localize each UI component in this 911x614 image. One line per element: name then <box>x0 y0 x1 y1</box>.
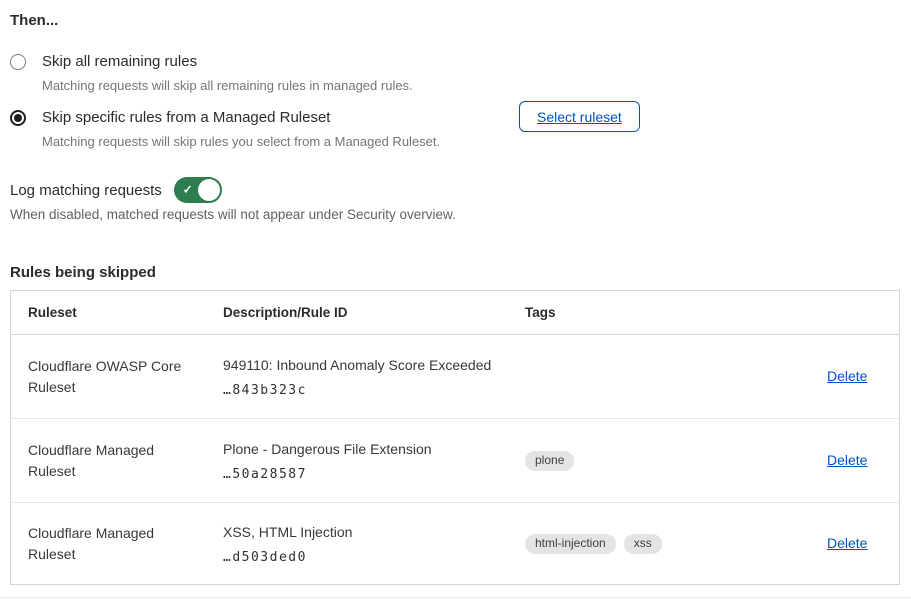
radio-option[interactable]: Skip all remaining rules Matching reques… <box>10 52 900 94</box>
description-cell: 949110: Inbound Anomaly Score Exceeded …… <box>223 356 525 398</box>
action-cell: Delete <box>827 452 882 470</box>
ruleset-cell: Cloudflare Managed Ruleset <box>28 440 223 482</box>
check-icon: ✓ <box>183 183 193 197</box>
table-body: Cloudflare OWASP Core Ruleset 949110: In… <box>11 335 899 584</box>
rules-being-skipped-heading: Rules being skipped <box>10 264 900 281</box>
radio-button[interactable] <box>10 54 26 70</box>
tags-cell: html-injection xss <box>525 534 827 554</box>
radio-option-label[interactable]: Skip all remaining rules <box>42 52 413 71</box>
then-heading: Then... <box>10 12 900 29</box>
select-ruleset-button[interactable]: Select ruleset <box>519 101 640 132</box>
table-row: Cloudflare OWASP Core Ruleset 949110: In… <box>11 335 899 419</box>
log-matching-requests-label: Log matching requests <box>10 182 162 199</box>
tag-badge: plone <box>525 451 574 471</box>
column-header-tags: Tags <box>525 305 827 320</box>
rule-description: 949110: Inbound Anomaly Score Exceeded <box>223 356 525 374</box>
radio-option[interactable]: Skip specific rules from a Managed Rules… <box>10 108 900 150</box>
log-matching-requests-toggle[interactable]: ✓ <box>174 177 222 203</box>
log-matching-requests-row: Log matching requests ✓ <box>10 177 900 203</box>
delete-link[interactable]: Delete <box>827 452 867 468</box>
log-toggle-help-text: When disabled, matched requests will not… <box>10 207 900 223</box>
radio-option-description: Matching requests will skip rules you se… <box>42 134 440 150</box>
description-cell: Plone - Dangerous File Extension …50a285… <box>223 440 525 482</box>
rule-id: …843b323c <box>223 383 525 398</box>
radio-option-label[interactable]: Skip specific rules from a Managed Rules… <box>42 108 440 127</box>
section-divider <box>0 597 911 598</box>
table-row: Cloudflare Managed Ruleset XSS, HTML Inj… <box>11 503 899 584</box>
ruleset-cell: Cloudflare OWASP Core Ruleset <box>28 356 223 398</box>
toggle-knob <box>198 179 220 201</box>
table-header-row: Ruleset Description/Rule ID Tags <box>11 291 899 335</box>
select-ruleset-button-label: Select ruleset <box>537 109 622 125</box>
delete-link[interactable]: Delete <box>827 368 867 384</box>
rules-being-skipped-table: Ruleset Description/Rule ID Tags Cloudfl… <box>10 290 900 585</box>
waf-rule-config-page: Then... Skip all remaining rules Matchin… <box>0 0 911 585</box>
column-header-description: Description/Rule ID <box>223 305 525 320</box>
description-cell: XSS, HTML Injection …d503ded0 <box>223 523 525 565</box>
rule-id: …50a28587 <box>223 467 525 482</box>
ruleset-cell: Cloudflare Managed Ruleset <box>28 523 223 565</box>
action-cell: Delete <box>827 535 882 553</box>
tag-badge: xss <box>624 534 662 554</box>
rule-description: XSS, HTML Injection <box>223 523 525 541</box>
table-row: Cloudflare Managed Ruleset Plone - Dange… <box>11 419 899 503</box>
then-options: Skip all remaining rules Matching reques… <box>10 52 900 150</box>
delete-link[interactable]: Delete <box>827 535 867 551</box>
column-header-ruleset: Ruleset <box>28 305 223 320</box>
action-cell: Delete <box>827 368 882 386</box>
rule-id: …d503ded0 <box>223 550 525 565</box>
radio-button[interactable] <box>10 110 26 126</box>
radio-option-description: Matching requests will skip all remainin… <box>42 78 413 94</box>
tag-badge: html-injection <box>525 534 616 554</box>
rule-description: Plone - Dangerous File Extension <box>223 440 525 458</box>
tags-cell: plone <box>525 451 827 471</box>
